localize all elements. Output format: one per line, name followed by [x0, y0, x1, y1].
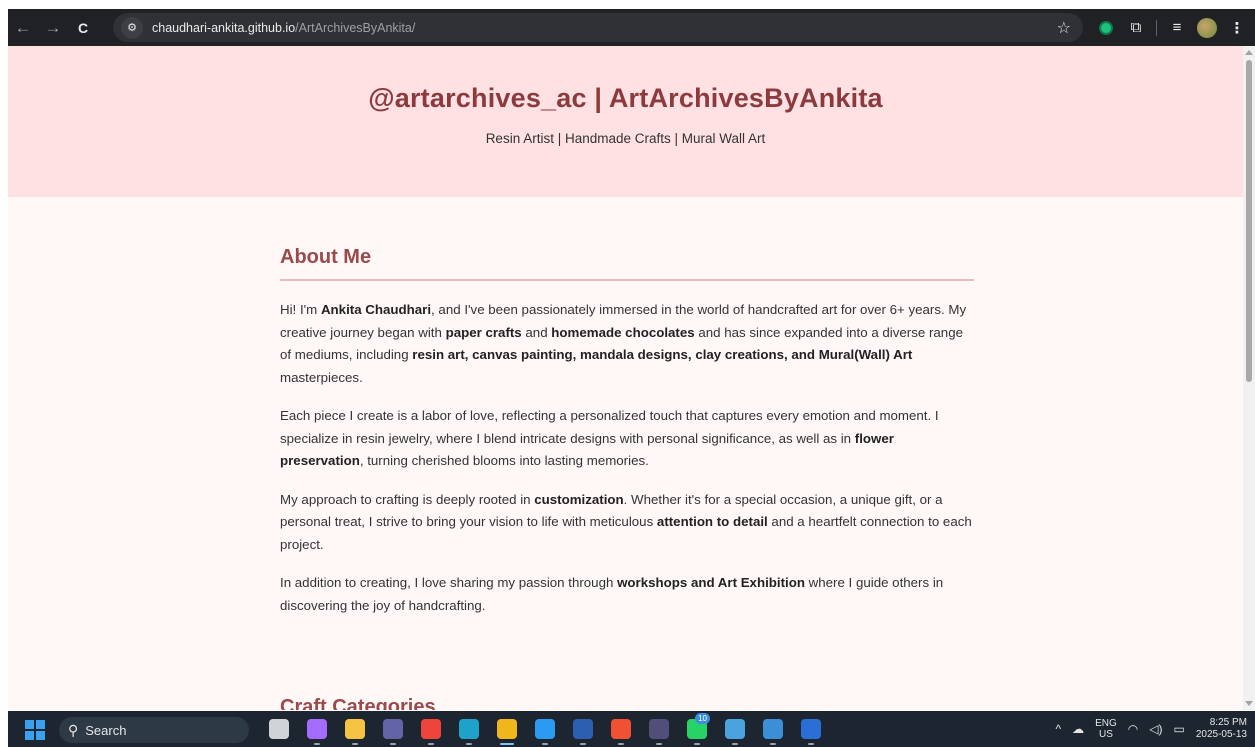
wifi-icon[interactable]: ◠	[1128, 722, 1138, 736]
obs-icon	[649, 719, 669, 739]
bookmark-star-icon[interactable]: ☆	[1057, 18, 1071, 38]
media-controls-icon[interactable]: ≡	[1167, 18, 1187, 38]
site-settings-icon: ⚙	[127, 22, 137, 34]
running-indicator	[542, 743, 548, 745]
site-tagline: Resin Artist | Handmade Crafts | Mural W…	[485, 131, 766, 146]
site-info-button[interactable]: ⚙	[121, 16, 143, 39]
windows-start-icon[interactable]	[25, 720, 45, 740]
copilot-icon	[307, 719, 327, 739]
scroll-thumb[interactable]	[1246, 60, 1252, 382]
url-text[interactable]: chaudhari-ankita.github.io/ArtArchivesBy…	[152, 21, 415, 35]
screen: ← → C ⚙ chaudhari-ankita.github.io/ArtAr…	[0, 0, 1255, 747]
taskbar-app-powershell[interactable]	[564, 711, 602, 747]
taskbar-app-copilot[interactable]	[298, 711, 336, 747]
running-indicator	[352, 743, 358, 745]
taskbar-app-whatsapp[interactable]: 10	[678, 711, 716, 747]
taskbar-app-task-view[interactable]	[260, 711, 298, 747]
running-indicator	[390, 743, 396, 745]
about-paragraph-2: Each piece I create is a labor of love, …	[280, 408, 939, 468]
running-indicator	[694, 743, 700, 745]
browser-toolbar: ← → C ⚙ chaudhari-ankita.github.io/ArtAr…	[8, 9, 1255, 46]
about-paragraph-1: Hi! I'm Ankita Chaudhari, and I've been …	[280, 302, 967, 385]
url-path: /ArtArchivesByAnkita/	[295, 20, 416, 35]
profile-avatar[interactable]	[1197, 17, 1217, 38]
running-indicator	[428, 743, 434, 745]
taskbar-search[interactable]: ⚲ Search	[59, 717, 249, 743]
grammarly-extension-icon[interactable]	[1096, 18, 1116, 38]
taskbar-app-word[interactable]	[792, 711, 830, 747]
forward-arrow-icon: →	[44, 17, 62, 37]
clock-date: 2025-05-13	[1195, 729, 1247, 740]
taskbar-app-teams[interactable]	[374, 711, 412, 747]
git-icon	[611, 719, 631, 739]
taskbar-app-vscode[interactable]	[526, 711, 564, 747]
taskbar-app-git[interactable]	[602, 711, 640, 747]
taskbar-app-obs[interactable]	[640, 711, 678, 747]
search-label: Search	[85, 722, 127, 738]
battery-icon[interactable]: ▭	[1174, 722, 1185, 736]
word-icon	[801, 719, 821, 739]
photos-icon	[725, 719, 745, 739]
taskbar-app-edge[interactable]	[450, 711, 488, 747]
reload-icon: C	[77, 19, 89, 36]
running-indicator	[618, 743, 624, 745]
powershell-icon	[573, 719, 593, 739]
about-paragraph-4: In addition to creating, I love sharing …	[280, 575, 944, 613]
address-bar[interactable]: ⚙ chaudhari-ankita.github.io/ArtArchives…	[113, 13, 1083, 42]
hero-header: @artarchives_ac | ArtArchivesByAnkita Re…	[8, 46, 1243, 197]
back-arrow-icon: ←	[14, 17, 32, 37]
file-explorer-icon	[345, 719, 365, 739]
url-domain: chaudhari-ankita.github.io	[152, 20, 296, 35]
edge-icon	[459, 719, 479, 739]
toolbar-actions: ⧉ ≡ ⋮	[1096, 9, 1255, 46]
about-paragraph-3: My approach to crafting is deeply rooted…	[280, 491, 972, 552]
vscode-icon	[535, 719, 555, 739]
forward-button[interactable]: →	[38, 13, 68, 43]
toolbar-divider	[1156, 19, 1157, 36]
chrome-icon	[497, 719, 517, 739]
search-icon: ⚲	[68, 721, 79, 738]
teams-icon	[383, 719, 403, 739]
system-tray: ^ ☁ ENG US ◠ ◁) ▭ 8:25 PM 2025-05-13	[1055, 711, 1247, 747]
page-viewport: @artarchives_ac | ArtArchivesByAnkita Re…	[8, 46, 1243, 710]
running-indicator	[808, 743, 814, 745]
back-button[interactable]: ←	[8, 13, 38, 43]
task-view-icon	[269, 719, 289, 739]
anydesk-icon	[421, 719, 441, 739]
running-indicator	[656, 743, 662, 745]
language-indicator[interactable]: ENG US	[1095, 718, 1117, 740]
scroll-up-arrow-icon[interactable]	[1245, 50, 1253, 55]
taskbar-app-remote-desktop[interactable]	[754, 711, 792, 747]
chrome-menu-icon[interactable]: ⋮	[1227, 18, 1247, 38]
craft-categories-heading: Craft Categories	[280, 696, 436, 710]
taskbar-app-photos[interactable]	[716, 711, 754, 747]
running-indicator	[580, 743, 586, 745]
windows-taskbar: ⚲ Search 10 ^ ☁ ENG US ◠ ◁) ▭ 8:25 PM 20…	[8, 711, 1255, 747]
clock-time: 8:25 PM	[1209, 717, 1247, 728]
running-indicator	[732, 743, 738, 745]
taskbar-apps: 10	[260, 711, 830, 747]
running-indicator	[314, 743, 320, 745]
site-title: @artarchives_ac | ArtArchivesByAnkita	[368, 83, 883, 113]
about-heading: About Me	[280, 246, 974, 281]
running-indicator	[466, 743, 472, 745]
taskbar-app-file-explorer[interactable]	[336, 711, 374, 747]
running-indicator	[770, 743, 776, 745]
taskbar-app-anydesk[interactable]	[412, 711, 450, 747]
extensions-puzzle-icon[interactable]: ⧉	[1126, 18, 1146, 38]
taskbar-clock[interactable]: 8:25 PM 2025-05-13	[1196, 717, 1247, 741]
running-indicator	[500, 743, 514, 745]
scroll-down-arrow-icon[interactable]	[1245, 701, 1253, 706]
notification-badge: 10	[695, 713, 710, 724]
taskbar-app-chrome[interactable]	[488, 711, 526, 747]
tray-chevron-icon[interactable]: ^	[1055, 722, 1061, 736]
onedrive-icon[interactable]: ☁	[1072, 722, 1084, 736]
page-scrollbar[interactable]	[1243, 46, 1255, 710]
volume-icon[interactable]: ◁)	[1149, 722, 1162, 736]
about-section: About Me Hi! I'm Ankita Chaudhari, and I…	[280, 246, 974, 617]
remote-desktop-icon	[763, 719, 783, 739]
reload-button[interactable]: C	[68, 13, 98, 43]
